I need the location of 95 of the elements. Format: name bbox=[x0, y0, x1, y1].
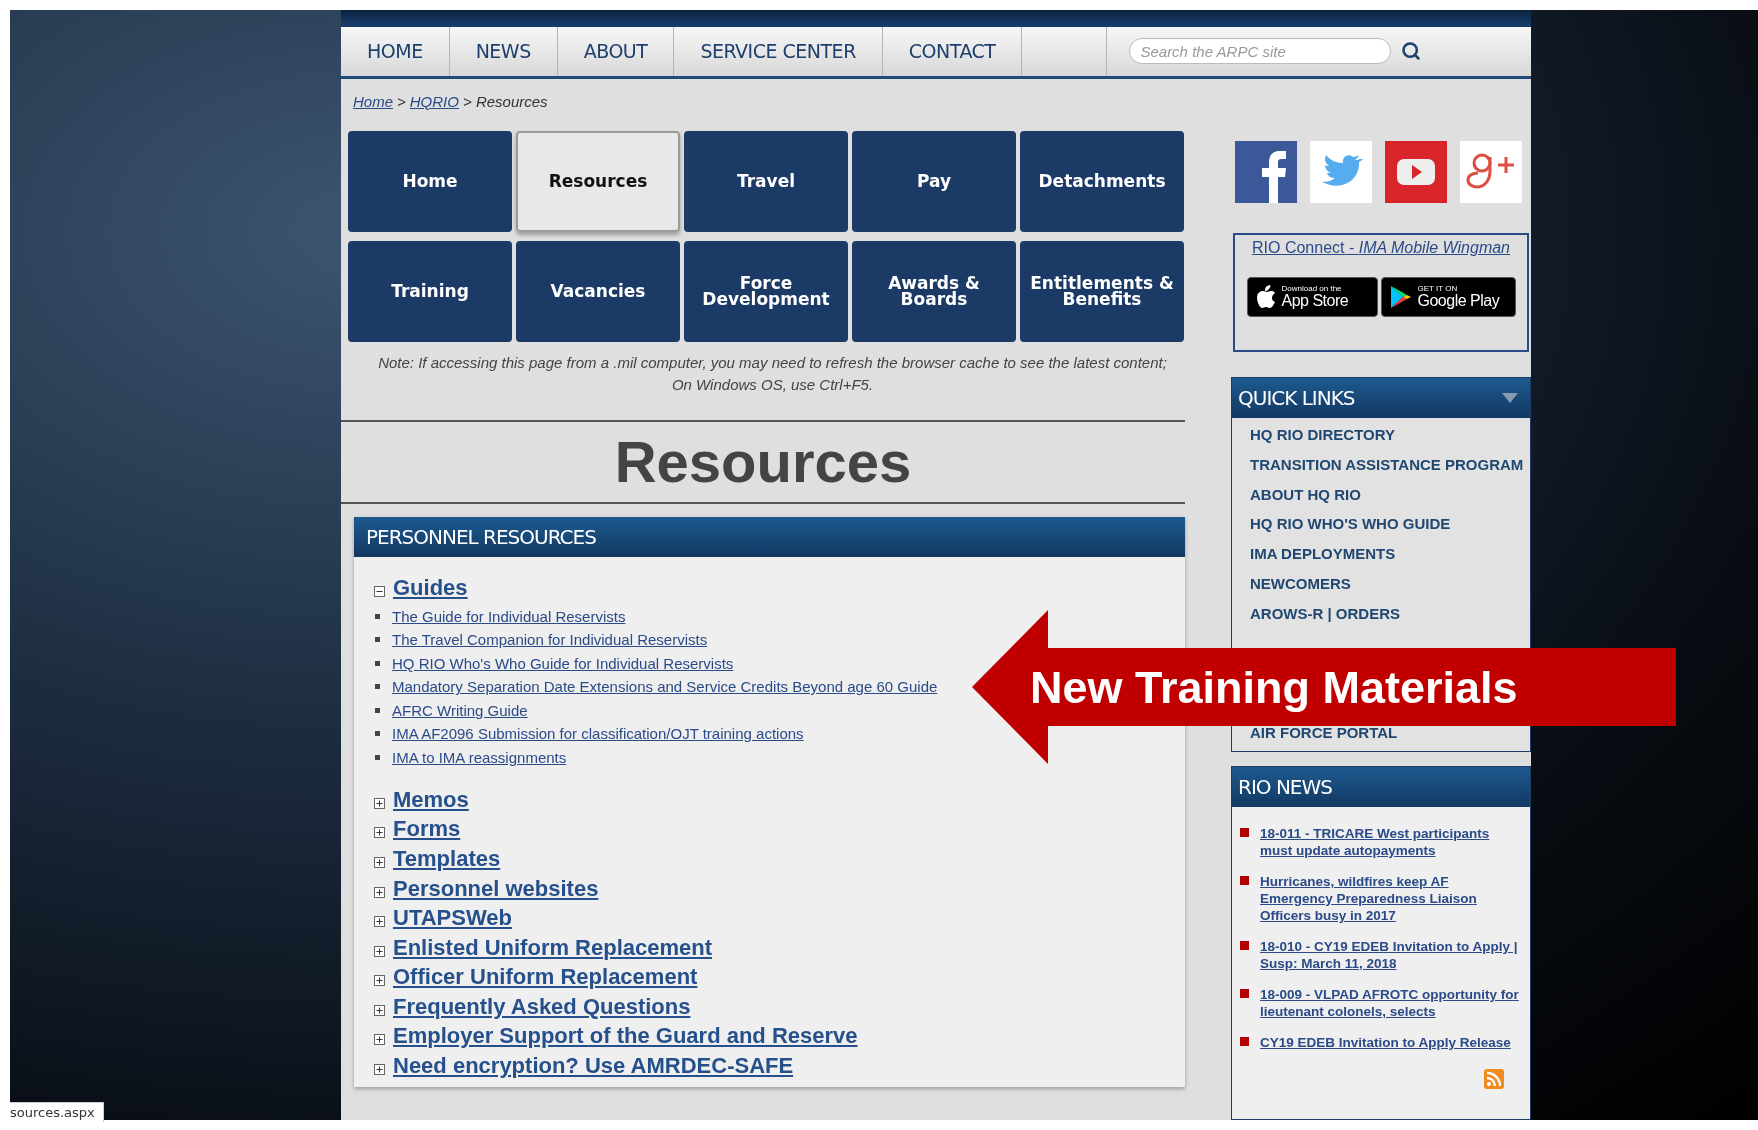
g-plus-icon[interactable] bbox=[1460, 140, 1522, 203]
news-link[interactable]: 18-009 - VLPAD AFROTC opportunity for lieutenant colonels, selects bbox=[1260, 986, 1520, 1020]
expand-icon[interactable] bbox=[374, 797, 385, 809]
expand-icon[interactable] bbox=[374, 1004, 385, 1016]
resource-link[interactable]: The Travel Companion for Individual Reservists bbox=[392, 631, 708, 649]
breadcrumb-text: > Resources bbox=[462, 92, 548, 112]
rio-connect-link[interactable]: RIO Connect - IMA Mobile Wingman bbox=[1252, 238, 1510, 257]
panel-title: RIO NEWS bbox=[1238, 775, 1332, 799]
search-field[interactable]: Search the ARPC site bbox=[1129, 38, 1392, 65]
bullet-icon bbox=[375, 684, 380, 690]
nav-link[interactable]: CONTACT bbox=[882, 26, 1023, 76]
news-link[interactable]: 18-010 - CY19 EDEB Invitation to Apply | Susp: March 11, 2018 bbox=[1260, 938, 1520, 972]
status-bar: sources.aspx bbox=[10, 1102, 104, 1122]
quick-link[interactable]: TRANSITION ASSISTANCE PROGRAM bbox=[1250, 455, 1524, 473]
quick-link[interactable]: AIR FORCE PORTAL bbox=[1250, 723, 1398, 741]
section-link[interactable]: Officer Uniform Replacement bbox=[393, 964, 698, 991]
menu-tile[interactable]: Vacancies bbox=[516, 240, 680, 342]
expand-icon[interactable] bbox=[374, 1064, 385, 1076]
bullet-icon bbox=[1240, 989, 1249, 998]
expand-icon[interactable] bbox=[374, 886, 385, 898]
news-link[interactable]: Hurricanes, wildfires keep AF Emergency Preparedness Liaison Officers busy in 2017 bbox=[1260, 873, 1520, 924]
news-link[interactable]: CY19 EDEB Invitation to Apply Release bbox=[1260, 1034, 1511, 1051]
bullet-icon bbox=[375, 660, 380, 666]
callout-text: New Training Materials bbox=[1030, 662, 1518, 714]
bullet-icon bbox=[375, 707, 380, 713]
nav-link[interactable]: NEWS bbox=[449, 26, 558, 76]
menu-tile[interactable]: Force Development bbox=[684, 240, 848, 342]
bullet-icon bbox=[1240, 828, 1249, 837]
resource-link[interactable]: IMA AF2096 Submission for classification/OJT training actions bbox=[392, 725, 804, 743]
apple-icon bbox=[1255, 284, 1276, 309]
breadcrumb-link[interactable]: Home bbox=[353, 92, 393, 131]
bullet-icon bbox=[1240, 876, 1249, 885]
note-text: Note: If accessing this page from a .mil computer, you may need to refresh the browser cache to see the latest content; On Windows OS, use Ctrl+F5. bbox=[377, 352, 1168, 395]
play-icon[interactable] bbox=[1385, 140, 1447, 203]
play-triangle-icon bbox=[1389, 284, 1412, 309]
menu-tile[interactable]: Awards & Boards bbox=[852, 240, 1016, 342]
menu-tile[interactable]: Travel bbox=[684, 130, 848, 232]
dropdown-caret-icon[interactable] bbox=[1502, 392, 1518, 403]
bullet-icon bbox=[1240, 941, 1249, 950]
menu-tile[interactable]: Pay bbox=[852, 130, 1016, 232]
nav-link[interactable]: ABOUT bbox=[557, 26, 675, 76]
page-heading: Resources bbox=[613, 427, 913, 496]
quick-link[interactable]: IMA DEPLOYMENTS bbox=[1250, 545, 1396, 563]
collapse-icon[interactable] bbox=[374, 585, 385, 597]
resource-link[interactable]: Mandatory Separation Date Extensions and Service Credits Beyond age 60 Guide bbox=[392, 678, 938, 696]
section-link[interactable]: Templates bbox=[393, 845, 501, 872]
quick-link[interactable]: NEWCOMERS bbox=[1250, 575, 1351, 592]
section-link[interactable]: UTAPSWeb bbox=[393, 905, 512, 932]
breadcrumb-link[interactable]: HQRIO bbox=[409, 92, 459, 131]
bullet-icon bbox=[375, 637, 380, 643]
app-store-badge[interactable]: Download on the App Store bbox=[1246, 276, 1378, 317]
menu-tile[interactable]: Training bbox=[348, 240, 512, 342]
expand-icon[interactable] bbox=[374, 975, 385, 987]
badge-store-name: Google Play bbox=[1417, 292, 1500, 309]
quick-link[interactable]: HQ RIO DIRECTORY bbox=[1250, 426, 1395, 443]
bullet-icon bbox=[375, 754, 380, 760]
quick-link[interactable]: AROWS-R | ORDERS bbox=[1250, 604, 1401, 622]
search-icon[interactable] bbox=[1401, 41, 1422, 62]
quick-link[interactable]: ABOUT HQ RIO bbox=[1250, 485, 1361, 503]
menu-tile[interactable]: Entitlements & Benefits bbox=[1020, 240, 1184, 342]
menu-tile[interactable]: Detachments bbox=[1020, 130, 1184, 232]
quick-link[interactable]: HQ RIO WHO'S WHO GUIDE bbox=[1250, 515, 1451, 533]
nav-link[interactable]: HOME bbox=[341, 26, 450, 76]
panel-title: QUICK LINKS bbox=[1238, 385, 1355, 410]
panel-title: PERSONNEL RESOURCES bbox=[354, 516, 1185, 557]
facebook-icon[interactable] bbox=[1235, 140, 1297, 203]
bullet-icon bbox=[375, 731, 380, 737]
section-link[interactable]: Personnel websites bbox=[393, 875, 599, 902]
resource-link[interactable]: The Guide for Individual Reservists bbox=[392, 607, 626, 625]
section-link[interactable]: Frequently Asked Questions bbox=[393, 993, 691, 1020]
menu-tile[interactable]: Home bbox=[348, 130, 512, 232]
google-play-badge[interactable]: GET IT ON Google Play bbox=[1380, 276, 1516, 317]
expand-icon[interactable] bbox=[374, 916, 385, 928]
badge-caption: Download on the bbox=[1281, 284, 1343, 293]
bullet-icon bbox=[375, 613, 380, 619]
resource-link[interactable]: AFRC Writing Guide bbox=[392, 701, 528, 719]
news-link[interactable]: 18-011 - TRICARE West participants must update autopayments bbox=[1260, 825, 1520, 859]
expand-icon[interactable] bbox=[374, 827, 385, 839]
expand-icon[interactable] bbox=[374, 856, 385, 868]
section-link[interactable]: Need encryption? Use AMRDEC-SAFE bbox=[393, 1053, 794, 1080]
menu-tile[interactable]: Resources bbox=[516, 130, 680, 232]
resource-link[interactable]: HQ RIO Who's Who Guide for Individual Reservists bbox=[392, 654, 734, 672]
expand-icon[interactable] bbox=[374, 945, 385, 957]
expand-icon[interactable] bbox=[374, 1034, 385, 1046]
bullet-icon bbox=[1240, 1037, 1249, 1046]
badge-caption: GET IT ON bbox=[1417, 284, 1459, 293]
section-link[interactable]: Forms bbox=[393, 816, 461, 843]
badge-store-name: App Store bbox=[1281, 292, 1349, 309]
resource-link[interactable]: IMA to IMA reassignments bbox=[392, 748, 567, 766]
breadcrumb-text: > bbox=[397, 92, 406, 112]
section-link[interactable]: Employer Support of the Guard and Reserve bbox=[393, 1023, 858, 1050]
section-link[interactable]: Enlisted Uniform Replacement bbox=[393, 934, 713, 961]
nav-link[interactable]: SERVICE CENTER bbox=[674, 26, 883, 76]
section-link[interactable]: Memos bbox=[393, 786, 469, 813]
section-link[interactable]: Guides bbox=[393, 574, 468, 601]
